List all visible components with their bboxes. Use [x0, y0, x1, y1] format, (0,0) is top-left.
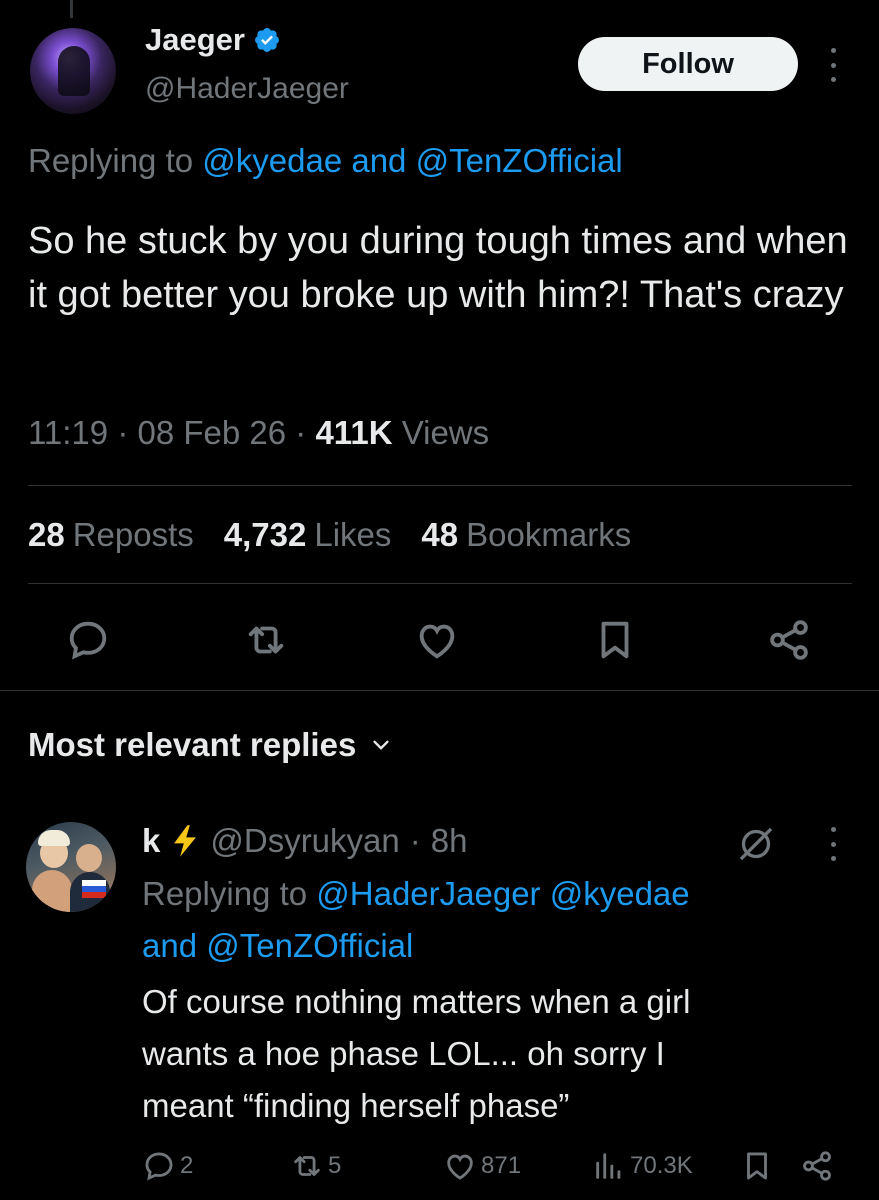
thread-line [70, 0, 73, 18]
reply-repost-count: 5 [328, 1152, 342, 1179]
lightning-icon [174, 825, 197, 857]
repost-icon [294, 1156, 320, 1176]
reply-author-name[interactable]: k [142, 822, 160, 860]
mention-link[interactable]: @TenZOfficial [416, 142, 623, 179]
reply-author-avatar[interactable] [26, 822, 116, 912]
views-label: Views [401, 414, 490, 451]
follow-button[interactable]: Follow [578, 37, 798, 91]
tweet-text: So he stuck by you during tough times an… [28, 220, 848, 316]
replying-to: Replying to @kyedae and @TenZOfficial [28, 142, 623, 179]
author-handle[interactable]: @HaderJaeger [145, 72, 349, 106]
bookmarks-stat[interactable]: 48 Bookmarks [421, 516, 631, 554]
reply-reply-button[interactable]: 2 [142, 1146, 193, 1186]
reply-like-button[interactable]: 871 [443, 1146, 521, 1186]
reply-age[interactable]: 8h [431, 822, 468, 860]
views-icon [596, 1153, 621, 1179]
bookmark-icon[interactable] [592, 617, 638, 663]
views-count: 411K [315, 414, 393, 451]
reply-bookmark-button[interactable] [740, 1146, 774, 1186]
share-icon[interactable] [766, 617, 812, 663]
reply-header: k @Dsyrukyan · 8h [142, 822, 468, 860]
reply-text: Of course nothing matters when a girl wa… [142, 983, 691, 1124]
bookmark-icon [747, 1152, 767, 1180]
mention-link[interactable]: @kyedae [550, 875, 690, 912]
mention-link[interactable]: @HaderJaeger [316, 875, 540, 912]
hide-reply-icon[interactable] [736, 824, 776, 864]
repost-icon[interactable] [243, 617, 289, 663]
divider [28, 485, 852, 486]
likes-stat[interactable]: 4,732 Likes [224, 516, 392, 554]
mention-link[interactable]: @TenZOfficial [206, 927, 413, 964]
reply-reply-count: 2 [180, 1152, 194, 1179]
like-icon[interactable] [414, 617, 460, 663]
tweet-meta: 11:19 · 08 Feb 26 · 411K Views [28, 414, 490, 451]
section-divider [0, 690, 879, 691]
chevron-down-icon [373, 740, 389, 750]
reply-repost-button[interactable]: 5 [290, 1146, 341, 1186]
reply-share-button[interactable] [800, 1146, 834, 1186]
tweet-time[interactable]: 11:19 [28, 414, 108, 451]
engagement-stats: 28 Reposts 4,732 Likes 48 Bookmarks [28, 516, 631, 554]
reply-action-bar: 2 5 871 70.3K [0, 1146, 879, 1190]
share-icon [803, 1151, 831, 1181]
tweet-action-bar [0, 605, 879, 675]
divider [28, 583, 852, 584]
verified-badge-icon [255, 28, 279, 52]
replies-sort-toggle[interactable]: Most relevant replies [28, 726, 392, 764]
reply-view-count: 70.3K [630, 1152, 693, 1179]
mention-link[interactable]: @kyedae [202, 142, 342, 179]
author-name[interactable]: Jaeger [145, 22, 245, 58]
replies-sort-label: Most relevant replies [28, 726, 357, 763]
reply-icon [145, 1152, 173, 1181]
like-icon [447, 1154, 473, 1180]
reply-more-icon[interactable] [828, 827, 838, 861]
author-avatar[interactable] [30, 28, 116, 114]
reply-replying-to: Replying to @HaderJaeger @kyedae and @Te… [142, 875, 690, 964]
reposts-stat[interactable]: 28 Reposts [28, 516, 194, 554]
tweet-date[interactable]: 08 Feb 26 [137, 414, 286, 451]
more-icon[interactable] [828, 48, 838, 82]
reply-like-count: 871 [481, 1152, 522, 1179]
reply-icon[interactable] [65, 617, 111, 663]
author-name-row[interactable]: Jaeger [145, 22, 281, 58]
reply-views-button[interactable]: 70.3K [592, 1146, 693, 1186]
reply-author-handle[interactable]: @Dsyrukyan [210, 822, 399, 860]
